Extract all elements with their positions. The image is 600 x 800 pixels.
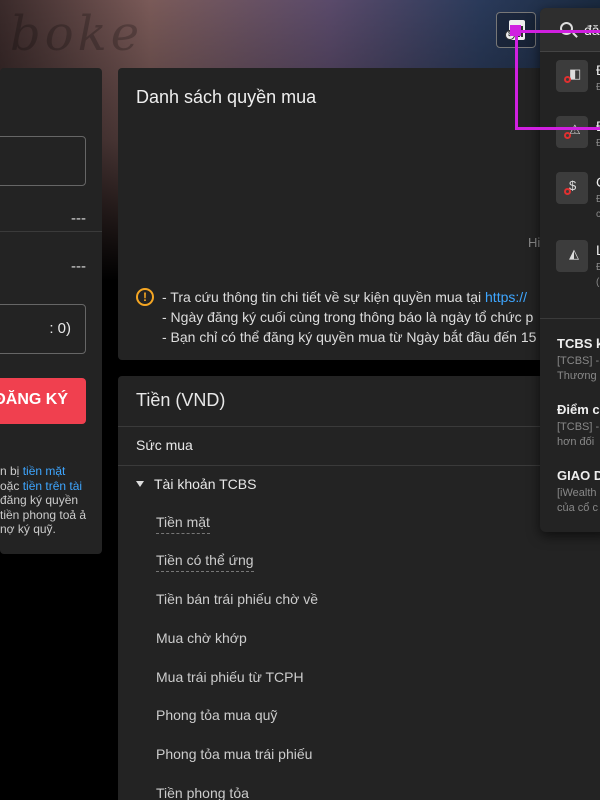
lookup-link[interactable]: https:// bbox=[485, 289, 527, 305]
news-item[interactable]: TCBS k [TCBS] - Thương bbox=[557, 336, 600, 384]
fund-block-item: Phong tỏa mua quỹ bbox=[156, 707, 278, 723]
news-item[interactable]: Điểm c [TCBS] - hơn đối bbox=[557, 402, 600, 450]
result-title[interactable]: L Đ( bbox=[596, 242, 600, 288]
pending-buy-item: Mua chờ khớp bbox=[156, 630, 247, 646]
value-dash-1: --- bbox=[71, 210, 86, 227]
logo-watermark: boke bbox=[10, 6, 144, 62]
money-title: Tiền (VND) bbox=[136, 390, 226, 410]
selection-highlight bbox=[515, 30, 600, 130]
registration-panel: --- --- : 0) ĐĂNG KÝ n bị tiền mặt oặc t… bbox=[0, 68, 102, 554]
note-text-2: oặc bbox=[0, 478, 23, 493]
divider bbox=[118, 465, 600, 466]
note-line-3: - Bạn chỉ có thể đăng ký quyền mua từ Ng… bbox=[162, 329, 537, 345]
pending-bond-sale-item: Tiền bán trái phiếu chờ về bbox=[156, 591, 318, 607]
cash-item[interactable]: Tiền mặt bbox=[156, 514, 210, 534]
summary-value: : 0) bbox=[49, 320, 71, 337]
result-chart-icon[interactable]: ◭ bbox=[556, 240, 588, 272]
bond-purchase-item: Mua trái phiếu từ TCPH bbox=[156, 669, 304, 685]
rights-list-title: Danh sách quyền mua bbox=[136, 87, 317, 107]
account-toggle[interactable]: Tài khoản TCBS bbox=[136, 476, 256, 492]
rights-notes: - Tra cứu thông tin chi tiết về sự kiện … bbox=[162, 287, 536, 347]
summary-box: : 0) bbox=[0, 304, 86, 354]
result-coin-icon[interactable]: $ bbox=[556, 172, 588, 204]
note-line-1: - Tra cứu thông tin chi tiết về sự kiện … bbox=[162, 289, 528, 305]
account-money-link[interactable]: tiền trên tài bbox=[23, 479, 82, 493]
blocked-money-item: Tiền phong tỏa bbox=[156, 785, 249, 800]
divider bbox=[540, 318, 600, 319]
bond-block-item: Phong tỏa mua trái phiếu bbox=[156, 746, 313, 762]
note-text-3: đăng ký quyền tiền phong toả ả nợ ký quỹ… bbox=[0, 493, 87, 536]
account-label: Tài khoản TCBS bbox=[154, 476, 257, 492]
empty-hint: Hi bbox=[528, 235, 541, 250]
caret-down-icon bbox=[136, 481, 144, 487]
quantity-input[interactable] bbox=[0, 136, 86, 186]
money-panel: Tiền (VND) Sức mua Tài khoản TCBS Tiền m… bbox=[118, 376, 600, 800]
info-icon: ! bbox=[136, 288, 154, 306]
cash-link[interactable]: tiền mặt bbox=[23, 464, 66, 478]
badge-icon bbox=[564, 132, 571, 139]
highlight-marker bbox=[510, 25, 521, 36]
badge-icon bbox=[564, 188, 571, 195]
note-text-1: n bị bbox=[0, 464, 23, 478]
result-title[interactable]: CĐc bbox=[596, 174, 600, 220]
note-line-2: - Ngày đăng ký cuối cùng trong thông báo… bbox=[162, 309, 534, 325]
purchasing-power-label: Sức mua bbox=[136, 437, 193, 453]
value-dash-2: --- bbox=[71, 258, 86, 275]
divider bbox=[0, 231, 102, 232]
register-note: n bị tiền mặt oặc tiền trên tài đăng ký … bbox=[0, 464, 100, 537]
advance-item[interactable]: Tiền có thể ứng bbox=[156, 552, 254, 572]
news-item[interactable]: GIAO D [iWealth của cổ c bbox=[557, 468, 600, 516]
divider bbox=[118, 426, 600, 427]
register-button[interactable]: ĐĂNG KÝ bbox=[0, 378, 86, 424]
